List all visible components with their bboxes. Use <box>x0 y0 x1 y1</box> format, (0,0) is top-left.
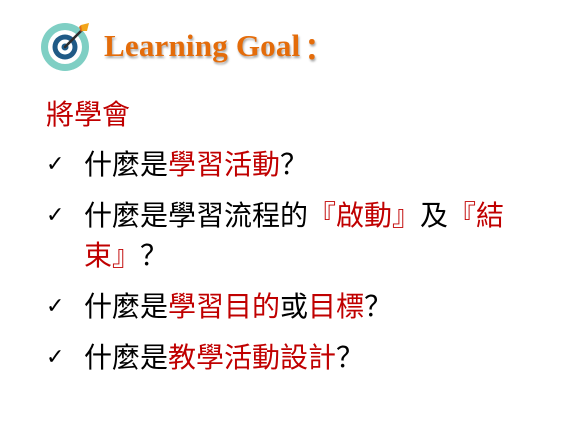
text-segment: 及 <box>420 199 449 232</box>
list-item: ✓ 什麼是學習目的或目標？ <box>46 287 566 327</box>
text-segment: 什麼是 <box>84 148 169 181</box>
text-segment: ？ <box>280 148 309 181</box>
page-title: Learning Goal <box>104 28 301 63</box>
list-item-text: 什麼是學習活動？ <box>76 145 566 185</box>
highlighted-term: 目標 <box>308 290 365 323</box>
target-icon <box>41 23 89 71</box>
highlighted-term: 學習目的 <box>168 290 281 323</box>
list-item-text: 什麼是教學活動設計？ <box>76 338 566 378</box>
list-item: ✓ 什麼是學習流程的『啟動』及『結束』？ <box>46 196 566 276</box>
list-item-text: 什麼是學習流程的『啟動』及『結束』？ <box>76 196 566 276</box>
title-row: Learning Goal ： <box>40 18 334 74</box>
goal-list: ✓ 什麼是學習活動？ ✓ 什麼是學習流程的『啟動』及『結束』？ ✓ 什麼是學習目的或目標？… <box>46 145 566 378</box>
title-colon: ： <box>304 32 335 67</box>
list-item-text: 什麼是學習目的或目標？ <box>76 287 566 327</box>
text-segment: 什麼是學習流程的 <box>84 199 309 232</box>
highlighted-term: 教學活動設計 <box>168 341 337 374</box>
subtitle: 將學會 <box>46 98 131 131</box>
text-segment: ？ <box>336 341 365 374</box>
list-item: ✓ 什麼是學習活動？ <box>46 145 566 185</box>
checkmark-icon: ✓ <box>46 203 65 228</box>
highlighted-term: 學習活動 <box>168 148 281 181</box>
text-segment: ？ <box>364 290 393 323</box>
text-segment: 什麼是 <box>84 341 169 374</box>
list-item: ✓ 什麼是教學活動設計？ <box>46 338 566 378</box>
text-segment: ？ <box>140 239 169 272</box>
text-segment: 或 <box>280 290 309 323</box>
checkmark-icon: ✓ <box>46 152 65 177</box>
checkmark-icon: ✓ <box>46 345 65 370</box>
highlighted-term: 『啟動』 <box>308 199 421 232</box>
checkmark-icon: ✓ <box>46 294 65 319</box>
text-segment: 什麼是 <box>84 290 169 323</box>
